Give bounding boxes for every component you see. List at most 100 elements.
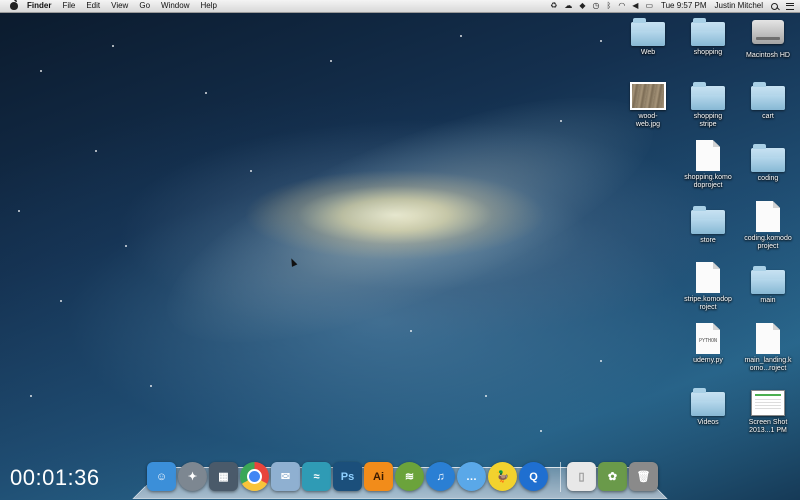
file-type-tag: PYTHON [698,338,718,344]
dock-chrome-icon[interactable] [240,462,269,491]
folder-icon [631,18,665,46]
dock-illustrator-icon[interactable]: Ai [364,462,393,491]
star [30,395,32,397]
battery-icon[interactable]: ▭ [645,0,653,12]
folder-icon [691,82,725,110]
python-file-icon: PYTHON [696,323,720,354]
menubar-clock[interactable]: Tue 9:57 PM [661,0,707,12]
dock-messages-icon[interactable]: … [457,462,486,491]
desktop-icon-main[interactable]: main [738,266,798,305]
folder-icon [751,144,785,172]
image-thumbnail-icon [630,82,666,110]
menu-window[interactable]: Window [161,0,189,12]
desktop-icon-label: shopping.komodoproject [684,174,732,189]
apple-icon[interactable] [10,0,18,10]
star [95,150,97,152]
desktop-icon-label: shopping [693,49,723,56]
desktop-icon-stripe-komodoproject[interactable]: stripe.komodoproject [678,262,738,312]
bluetooth-icon[interactable]: ᛒ [607,0,612,12]
dock-photoshop-icon[interactable]: Ps [333,462,362,491]
desktop-icon-label: store [700,237,716,244]
dock-itunes-icon[interactable]: ♫ [426,462,455,491]
menu-app-name[interactable]: Finder [27,0,51,12]
dock-dashcode-icon[interactable]: ≈ [302,462,331,491]
desktop-icon-shopping[interactable]: shopping [678,18,738,57]
star [205,92,207,94]
desktop-icon-label: main_landing.komo...roject [744,357,792,372]
star [18,210,20,212]
shield-icon[interactable]: ◆ [579,0,585,12]
document-icon [696,262,720,293]
menu-view[interactable]: View [111,0,128,12]
clock-icon[interactable]: ◷ [593,0,600,12]
recycle-icon[interactable]: ♻ [550,0,557,12]
dock-mission-control-icon[interactable]: ▦ [209,462,238,491]
galaxy-band [138,48,682,392]
desktop-icon-coding[interactable]: coding [738,144,798,183]
desktop-icon-label: Screen Shot 2013...1 PM [748,419,788,434]
desktop-icon-main-landing-komodoproject[interactable]: main_landing.komo...roject [738,323,798,373]
desktop-icon-store[interactable]: store [678,206,738,245]
star [540,430,542,432]
dock-spotify-icon[interactable]: ≋ [395,462,424,491]
desktop-icon-screen-shot[interactable]: Screen Shot 2013...1 PM [738,390,798,435]
screenshot-thumbnail-icon [751,390,785,416]
wifi-icon[interactable]: ◠ [618,0,625,12]
star [250,170,252,172]
star [460,35,462,37]
star [40,70,42,72]
volume-icon[interactable]: ◀ [632,0,638,12]
star [112,45,114,47]
desktop-icon-label: coding.komodoproject [744,235,792,250]
desktop-icon-videos[interactable]: Videos [678,388,738,427]
star [600,360,602,362]
spotlight-search-icon[interactable] [771,2,778,10]
desktop-icon-label: cart [762,113,774,120]
dock-separator [560,462,561,492]
desktop-icon-wood-web-jpg[interactable]: wood-web.jpg [618,82,678,129]
folder-icon [691,18,725,46]
notification-center-icon[interactable] [786,2,794,10]
dock-quicktime-icon[interactable]: Q [519,462,548,491]
menubar-user[interactable]: Justin Mitchel [715,0,763,12]
desktop-icon-cart[interactable]: cart [738,82,798,121]
desktop-icon-label: Videos [697,419,719,426]
desktop-icon-coding-komodoproject[interactable]: coding.komodoproject [738,201,798,251]
hard-drive-icon [752,20,784,44]
menu-help[interactable]: Help [200,0,216,12]
dock-launchpad-icon[interactable]: ✦ [178,462,207,491]
dock-preview-icon[interactable]: ✉ [271,462,300,491]
desktop-icon-macintosh-hd[interactable]: Macintosh HD [738,20,798,60]
dock-documents-stack-icon[interactable]: ▯ [567,462,596,491]
star [125,245,127,247]
dock-finder-icon[interactable]: ☺ [147,462,176,491]
document-icon [696,140,720,171]
star [560,120,562,122]
star [485,395,487,397]
desktop-icon-shopping-stripe[interactable]: shopping stripe [678,82,738,129]
menu-file[interactable]: File [62,0,75,12]
desktop-icon-shopping-komodoproject[interactable]: shopping.komodoproject [678,140,738,190]
star [600,40,602,42]
menu-go[interactable]: Go [139,0,150,12]
star [410,330,412,332]
menu-edit[interactable]: Edit [86,0,100,12]
desktop-icon-udemy-py[interactable]: PYTHON udemy.py [678,323,738,365]
dock-downloads-stack-icon[interactable]: ✿ [598,462,627,491]
star [60,300,62,302]
star [330,60,332,62]
desktop-icon-web[interactable]: Web [618,18,678,57]
menu-bar: Finder File Edit View Go Window Help ♻ ☁… [0,0,800,13]
dock-trash-icon[interactable]: 🗑 [629,462,658,491]
desktop-icon-label: wood-web.jpg [635,113,661,128]
folder-icon [691,206,725,234]
document-icon [756,323,780,354]
desktop-icon-label: coding [757,175,779,182]
desktop-icon-label: udemy.py [693,357,723,364]
desktop-icon-label: Web [640,49,656,56]
cloud-icon[interactable]: ☁ [564,0,572,12]
dock-cyberduck-icon[interactable]: 🦆 [488,462,517,491]
folder-icon [751,266,785,294]
desktop-icon-label: main [760,297,776,304]
star [150,385,152,387]
